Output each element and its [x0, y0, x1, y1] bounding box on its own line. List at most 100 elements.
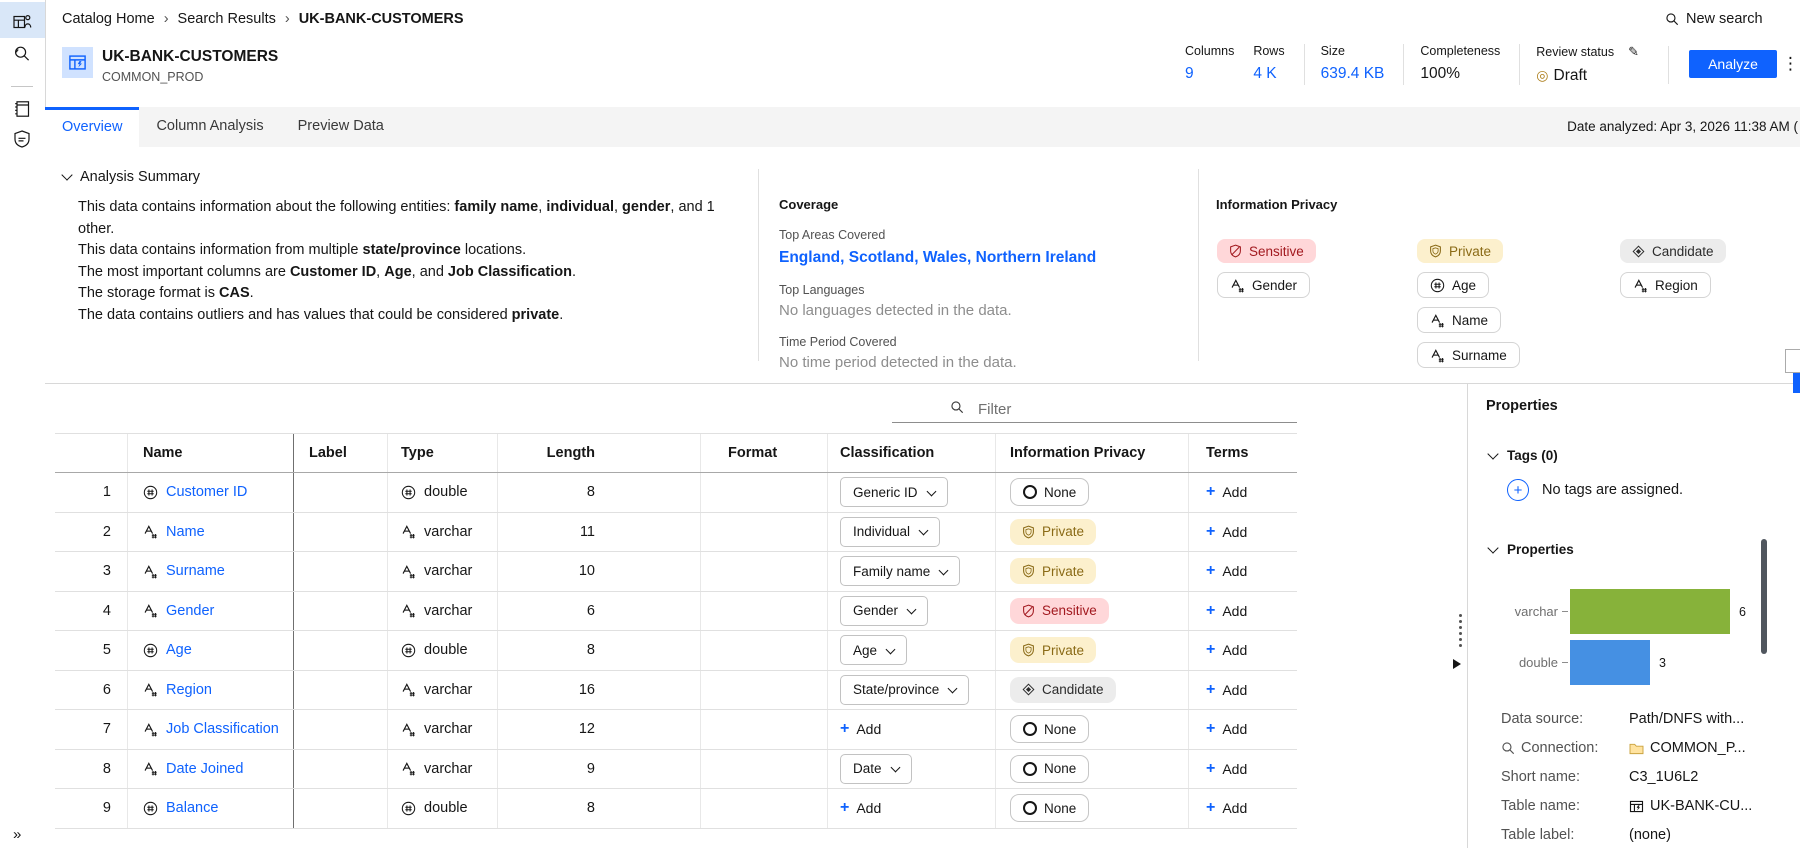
stat-value[interactable]: 9: [1185, 65, 1234, 83]
shield-slash-icon: [1022, 604, 1035, 618]
tab-preview-data[interactable]: Preview Data: [281, 107, 401, 147]
privacy-tag-sensitive[interactable]: Sensitive: [1217, 239, 1316, 263]
classification-select[interactable]: Date: [840, 753, 912, 784]
type-cell: varchar: [387, 670, 497, 709]
classification-select[interactable]: Generic ID: [840, 477, 948, 508]
privacy-tag-name[interactable]: Name: [1417, 307, 1502, 333]
classification-select[interactable]: State/province: [840, 674, 970, 705]
tag-label: Gender: [1252, 277, 1298, 293]
string-type-icon: [1430, 348, 1445, 363]
add-term-button[interactable]: + Add: [1206, 483, 1247, 501]
stat-value[interactable]: 639.4 KB: [1321, 65, 1385, 83]
privacy-tag-candidate[interactable]: Candidate: [1620, 239, 1726, 263]
column-name-link[interactable]: Job Classification: [166, 721, 279, 737]
classification-select[interactable]: Individual: [840, 516, 941, 547]
add-classification-button[interactable]: + Add: [840, 720, 881, 738]
breadcrumb-item[interactable]: Search Results: [178, 11, 276, 27]
column-name-link[interactable]: Name: [166, 524, 205, 540]
classification-select[interactable]: Age: [840, 635, 908, 666]
collapse-panel-arrow-icon[interactable]: [1453, 659, 1461, 669]
row-index: 1: [102, 484, 111, 501]
numeric-type-icon: [401, 643, 416, 658]
axis-tick: [1562, 611, 1568, 612]
add-term-button[interactable]: + Add: [1206, 523, 1247, 541]
row-index: 9: [102, 800, 111, 817]
table-row: 8 Date Joined varchar 9 Date None + Add: [55, 749, 1297, 789]
privacy-tag-none[interactable]: None: [1010, 754, 1090, 783]
add-term-button[interactable]: + Add: [1206, 681, 1247, 699]
chevron-down-icon: [926, 486, 936, 497]
chevron-down-icon: [885, 644, 896, 655]
label-cell: [293, 591, 387, 630]
analysis-summary-header[interactable]: Analysis Summary: [61, 169, 200, 185]
privacy-tag-private[interactable]: Private: [1417, 239, 1504, 263]
panel-edge-button[interactable]: [1793, 373, 1800, 393]
sidebar-item-catalog[interactable]: [12, 12, 32, 32]
analyze-button[interactable]: Analyze: [1689, 50, 1777, 78]
panel-resize-handle[interactable]: [1459, 614, 1462, 647]
columns-content-area: NameLabelTypeLengthFormatClassificationI…: [45, 383, 1800, 848]
sidebar-item-governance[interactable]: [12, 129, 32, 149]
stat-value[interactable]: 4 K: [1253, 65, 1284, 83]
add-term-button[interactable]: + Add: [1206, 760, 1247, 778]
table-row: 5 Age double 8 Age Private + Add: [55, 631, 1297, 671]
privacy-tag-gender[interactable]: Gender: [1217, 272, 1311, 298]
column-name-link[interactable]: Surname: [166, 563, 225, 579]
add-term-button[interactable]: + Add: [1206, 799, 1247, 817]
numeric-type-icon: [401, 485, 416, 500]
overflow-menu-icon[interactable]: ⋮: [1782, 54, 1799, 74]
privacy-tag-private[interactable]: Private: [1010, 637, 1097, 664]
length-cell: 12: [497, 710, 700, 749]
privacy-tag-none[interactable]: None: [1010, 715, 1090, 744]
terms-cell: + Add: [1188, 473, 1297, 512]
expand-sidebar-button[interactable]: »: [13, 826, 21, 843]
add-classification-button[interactable]: + Add: [840, 799, 881, 817]
column-name-link[interactable]: Date Joined: [166, 761, 243, 777]
property-label: Table label:: [1501, 827, 1575, 843]
privacy-tag-private[interactable]: Private: [1010, 558, 1097, 585]
tab-column-analysis[interactable]: Column Analysis: [139, 107, 280, 147]
column-name-link[interactable]: Gender: [166, 603, 214, 619]
privacy-tag-age[interactable]: Age: [1417, 272, 1490, 298]
privacy-tag-private[interactable]: Private: [1010, 518, 1097, 545]
classification-select[interactable]: Gender: [840, 595, 929, 626]
privacy-tag-none[interactable]: None: [1010, 794, 1090, 823]
column-header-format: Format: [700, 434, 827, 472]
breadcrumb-item[interactable]: UK-BANK-CUSTOMERS: [299, 11, 464, 27]
tab-overview[interactable]: Overview: [45, 107, 140, 147]
panel-scrollbar-thumb[interactable]: [1761, 539, 1767, 654]
column-name-link[interactable]: Region: [166, 682, 212, 698]
add-term-button[interactable]: + Add: [1206, 562, 1247, 580]
column-name-link[interactable]: Balance: [166, 800, 218, 816]
privacy-tag-surname[interactable]: Surname: [1417, 342, 1520, 368]
column-name-link[interactable]: Customer ID: [166, 484, 247, 500]
tag-label: Sensitive: [1249, 243, 1304, 259]
maximize-table-button[interactable]: [1785, 349, 1800, 373]
sidebar-item-discovery[interactable]: [12, 44, 32, 64]
add-label: Add: [856, 721, 882, 738]
properties-section-header[interactable]: Properties: [1487, 541, 1574, 557]
column-name-link[interactable]: Age: [166, 642, 192, 658]
plus-icon: +: [1206, 680, 1216, 698]
filter-input[interactable]: [976, 396, 1290, 422]
add-term-button[interactable]: + Add: [1206, 720, 1247, 738]
top-areas-value[interactable]: England, Scotland, Wales, Northern Irela…: [779, 249, 1179, 267]
properties-section-title: Properties: [1507, 542, 1574, 557]
add-term-button[interactable]: + Add: [1206, 602, 1247, 620]
privacy-tag-candidate[interactable]: Candidate: [1010, 676, 1116, 703]
classification-select[interactable]: Family name: [840, 556, 961, 587]
privacy-tag-region[interactable]: Region: [1620, 272, 1711, 298]
privacy-tag-none[interactable]: None: [1010, 478, 1090, 507]
edit-review-status-icon[interactable]: ✎: [1628, 44, 1639, 60]
privacy-tag-sensitive[interactable]: Sensitive: [1010, 597, 1109, 624]
type-distribution-chart: varchar 6 double 3: [1468, 589, 1768, 691]
breadcrumb-item[interactable]: Catalog Home: [62, 11, 155, 27]
tag-label: Candidate: [1652, 243, 1714, 259]
add-tag-button[interactable]: +: [1507, 479, 1529, 501]
sidebar-item-notebook[interactable]: [12, 99, 32, 119]
diamond-icon: [1632, 245, 1645, 258]
tags-section-header[interactable]: Tags (0): [1487, 447, 1558, 463]
new-search-button[interactable]: New search: [1665, 11, 1763, 27]
add-term-button[interactable]: + Add: [1206, 641, 1247, 659]
chart-bar-double: [1570, 640, 1650, 685]
